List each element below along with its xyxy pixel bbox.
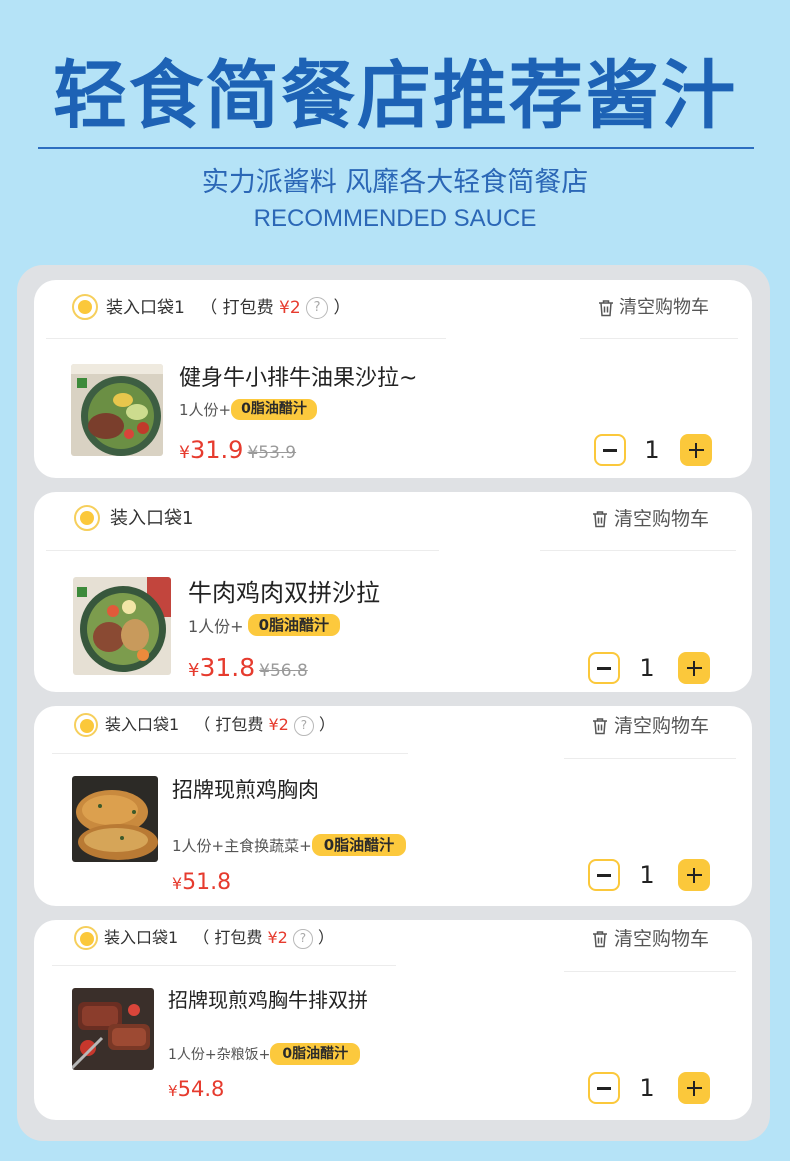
quantity-value[interactable]: 1	[632, 859, 662, 891]
page-subtitle-english: RECOMMENDED SAUCE	[253, 205, 537, 232]
sauce-tag: 0脂油醋汁	[231, 398, 317, 420]
decrease-quantity-button[interactable]	[588, 652, 620, 684]
decrease-quantity-button[interactable]	[594, 434, 626, 466]
price-value: 31.9	[190, 436, 244, 464]
page-subtitle: 实力派酱料 风靡各大轻食简餐店	[201, 167, 589, 198]
packing-fee-close: ）	[318, 928, 335, 947]
cart-card: 装入口袋1 （ 打包费 ¥2 ? ） 清空购物车 健身牛小排牛油果沙拉~ 1人份…	[34, 280, 752, 478]
product-spec: 1人份+ 0脂油醋汁	[179, 398, 317, 420]
product-name[interactable]: 健身牛小排牛油果沙拉~	[179, 362, 417, 396]
packing-fee-amount: ¥2	[268, 715, 289, 734]
increase-quantity-button[interactable]	[678, 652, 710, 684]
product-image[interactable]	[71, 364, 163, 456]
spec-text: 1人份+杂粮饭+	[168, 1047, 271, 1063]
bag-select-radio[interactable]	[72, 294, 98, 320]
trash-icon	[593, 511, 607, 528]
decrease-quantity-button[interactable]	[588, 1072, 620, 1104]
currency-symbol: ¥	[188, 660, 200, 681]
bag-select-radio[interactable]	[74, 505, 100, 531]
clear-cart-label: 清空购物车	[614, 928, 710, 950]
packing-fee-label: （ 打包费	[194, 715, 264, 734]
sauce-tag: 0脂油醋汁	[247, 614, 341, 636]
product-name[interactable]: 招牌现煎鸡胸牛排双拼	[168, 984, 368, 1016]
divider	[564, 758, 736, 759]
product-price: ¥51.8	[172, 868, 231, 899]
cart-card: 装入口袋1 清空购物车 牛肉鸡肉双拼沙拉 1人份+ 0脂油醋汁 ¥31.8 ¥56…	[34, 492, 752, 692]
trash-icon	[599, 300, 613, 317]
product-image[interactable]	[72, 988, 154, 1070]
sauce-tag: 0脂油醋汁	[270, 1043, 361, 1065]
packing-fee-amount: ¥2	[267, 928, 288, 947]
increase-quantity-button[interactable]	[678, 1072, 710, 1104]
currency-symbol: ¥	[179, 443, 190, 463]
product-image[interactable]	[72, 776, 158, 862]
bag-label: 装入口袋1	[105, 715, 180, 734]
divider	[540, 550, 736, 551]
currency-symbol: ¥	[168, 1082, 178, 1100]
spec-text: 1人份+	[188, 617, 244, 636]
bag-label: 装入口袋1	[104, 928, 179, 947]
original-price: ¥56.8	[259, 661, 308, 681]
clear-cart-label: 清空购物车	[614, 715, 710, 737]
product-spec: 1人份+主食换蔬菜+ 0脂油醋汁	[172, 833, 407, 857]
bag-select-radio[interactable]	[74, 713, 98, 737]
title-divider	[38, 147, 754, 149]
increase-quantity-button[interactable]	[678, 859, 710, 891]
spec-text: 1人份+主食换蔬菜+	[172, 836, 312, 855]
divider	[46, 338, 446, 339]
bag-label: 装入口袋1	[106, 298, 185, 318]
clear-cart-button[interactable]: 清空购物车	[592, 924, 709, 954]
clear-cart-button[interactable]: 清空购物车	[592, 504, 709, 534]
product-spec: 1人份+ 0脂油醋汁	[188, 613, 341, 637]
trash-icon	[593, 931, 607, 948]
decrease-quantity-button[interactable]	[588, 859, 620, 891]
packing-fee-label: （ 打包费	[200, 298, 274, 318]
clear-cart-button[interactable]: 清空购物车	[598, 294, 709, 322]
bag-info: 装入口袋1	[110, 504, 193, 534]
original-price: ¥53.9	[247, 443, 297, 463]
product-price: ¥31.9 ¥53.9	[179, 434, 296, 469]
product-spec: 1人份+杂粮饭+ 0脂油醋汁	[168, 1042, 361, 1066]
quantity-value[interactable]: 1	[637, 434, 667, 466]
page-title: 轻食简餐店推荐酱汁	[53, 53, 737, 139]
clear-cart-button[interactable]: 清空购物车	[592, 711, 709, 741]
bag-info: 装入口袋1 （ 打包费 ¥2 ? ）	[105, 712, 335, 738]
divider	[564, 971, 736, 972]
divider	[580, 338, 738, 339]
price-value: 54.8	[177, 1077, 225, 1101]
price-value: 31.8	[199, 653, 256, 682]
bag-info: 装入口袋1 （ 打包费 ¥2 ? ）	[106, 294, 351, 322]
cart-card: 装入口袋1 （ 打包费 ¥2 ? ） 清空购物车 招牌现煎鸡胸肉 1人份+主食换…	[34, 706, 752, 906]
help-icon[interactable]: ?	[292, 928, 313, 949]
bag-info: 装入口袋1 （ 打包费 ¥2 ? ）	[104, 925, 334, 951]
cart-card: 装入口袋1 （ 打包费 ¥2 ? ） 清空购物车 招牌现煎鸡胸牛排双拼 1人份+…	[34, 920, 752, 1120]
product-image[interactable]	[73, 577, 171, 675]
price-value: 51.8	[182, 870, 232, 895]
divider	[46, 550, 439, 551]
product-name[interactable]: 牛肉鸡肉双拼沙拉	[188, 576, 380, 610]
quantity-value[interactable]: 1	[632, 1072, 662, 1104]
product-price: ¥31.8 ¥56.8	[188, 652, 308, 687]
trash-icon	[593, 718, 607, 735]
packing-fee-label: （ 打包费	[193, 928, 263, 947]
increase-quantity-button[interactable]	[680, 434, 712, 466]
clear-cart-label: 清空购物车	[619, 297, 709, 318]
bag-label: 装入口袋1	[110, 508, 194, 529]
divider	[52, 753, 408, 754]
sauce-tag: 0脂油醋汁	[311, 834, 407, 856]
currency-symbol: ¥	[172, 874, 183, 893]
spec-text: 1人份+	[179, 400, 232, 419]
divider	[52, 965, 396, 966]
help-icon[interactable]: ?	[293, 715, 314, 736]
bag-select-radio[interactable]	[74, 926, 98, 950]
clear-cart-label: 清空购物车	[614, 508, 710, 530]
packing-fee-close: ）	[333, 298, 351, 318]
product-price: ¥54.8	[168, 1074, 224, 1106]
packing-fee-amount: ¥2	[279, 298, 301, 318]
quantity-value[interactable]: 1	[632, 652, 662, 684]
packing-fee-close: ）	[319, 715, 336, 734]
help-icon[interactable]: ?	[306, 297, 329, 319]
product-name[interactable]: 招牌现煎鸡胸肉	[172, 774, 319, 806]
